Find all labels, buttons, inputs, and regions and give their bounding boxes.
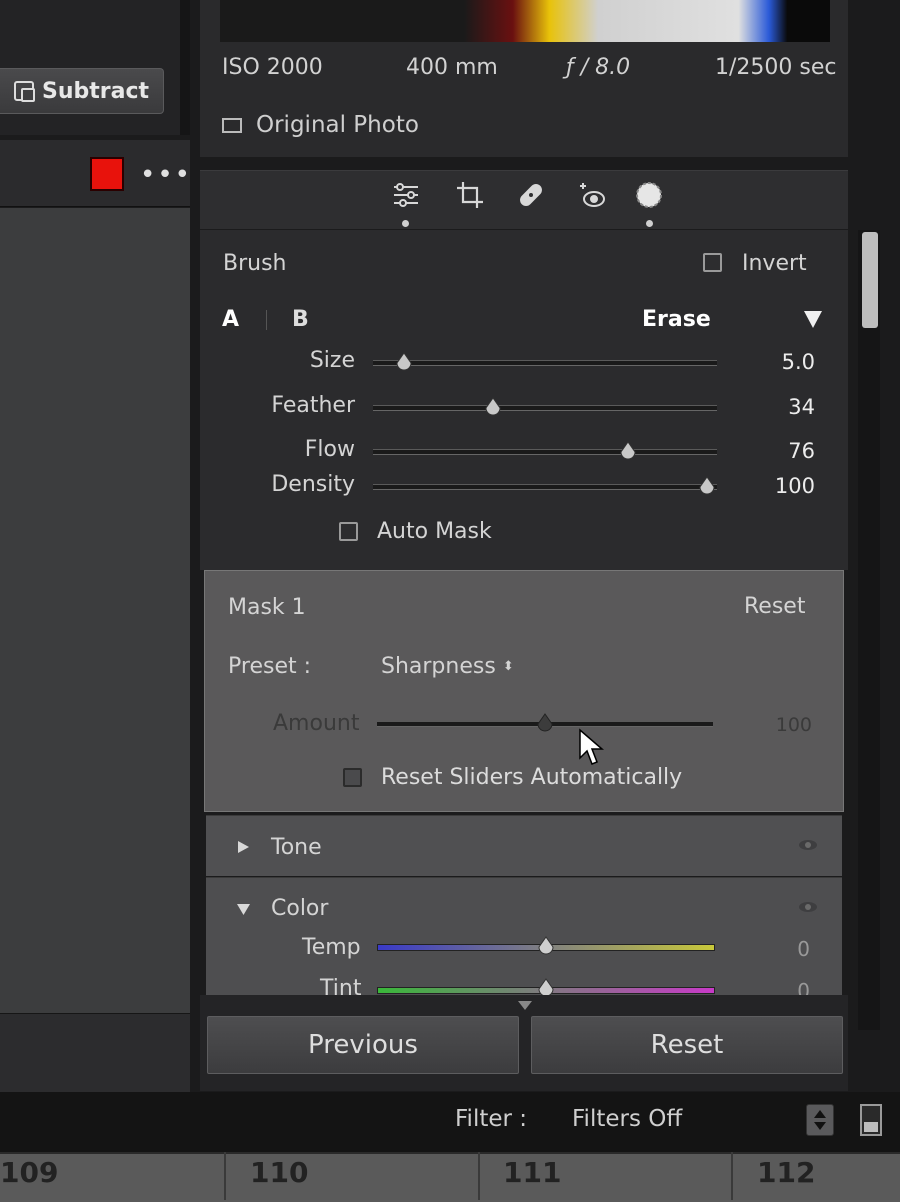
auto-mask-checkbox[interactable] bbox=[339, 522, 358, 541]
previous-label: Previous bbox=[308, 1030, 418, 1060]
tool-active-dot bbox=[402, 220, 409, 227]
crop-icon[interactable] bbox=[455, 180, 485, 210]
previous-button[interactable]: Previous bbox=[207, 1016, 519, 1074]
brush-slider-label: Size bbox=[309, 348, 355, 373]
sliders-icon[interactable] bbox=[391, 180, 421, 210]
updown-icon bbox=[814, 1110, 826, 1130]
color-section-clip: Tint 0 bbox=[206, 877, 842, 995]
filter-stepper[interactable] bbox=[806, 1104, 834, 1136]
expand-triangle-icon[interactable] bbox=[236, 840, 250, 854]
mask-overlay-color-swatch[interactable] bbox=[90, 157, 124, 191]
brush-slider-value: 34 bbox=[788, 395, 815, 419]
filter-lock-toggle[interactable] bbox=[860, 1104, 882, 1136]
brush-slider-thumb[interactable] bbox=[619, 441, 637, 463]
brush-slider-track[interactable] bbox=[373, 484, 717, 490]
brush-options-triangle-icon[interactable] bbox=[803, 309, 823, 329]
histogram[interactable] bbox=[220, 0, 830, 42]
brush-erase[interactable]: Erase bbox=[642, 307, 711, 332]
brush-slider-value: 76 bbox=[788, 439, 815, 463]
brush-slider-thumb[interactable] bbox=[484, 397, 502, 419]
exif-focal-length: 400 mm bbox=[406, 55, 498, 80]
exif-shutter: 1/2500 sec bbox=[715, 55, 837, 80]
brush-slider-track[interactable] bbox=[373, 360, 717, 366]
filter-select[interactable]: Filters Off bbox=[572, 1106, 682, 1132]
more-options-icon[interactable]: ••• bbox=[140, 160, 192, 190]
mask-brush-icon[interactable] bbox=[634, 180, 664, 210]
preset-label: Preset : bbox=[228, 654, 312, 679]
subtract-button[interactable]: Subtract bbox=[0, 68, 164, 114]
brush-slider-label: Density bbox=[271, 472, 355, 497]
reset-label: Reset bbox=[650, 1030, 724, 1060]
original-photo-checkbox[interactable] bbox=[222, 117, 242, 133]
filmstrip-number: 111 bbox=[503, 1156, 562, 1189]
filmstrip-divider bbox=[224, 1152, 226, 1200]
filter-label: Filter : bbox=[455, 1106, 528, 1132]
reset-sliders-label: Reset Sliders Automatically bbox=[381, 765, 683, 790]
brush-slider-track[interactable] bbox=[373, 449, 717, 455]
mask-title: Mask 1 bbox=[228, 595, 306, 620]
tool-active-dot bbox=[646, 220, 653, 227]
preset-value: Sharpness bbox=[381, 654, 496, 679]
heal-icon[interactable] bbox=[516, 180, 546, 210]
brush-slider-label: Flow bbox=[304, 437, 355, 462]
left-panel-content bbox=[0, 208, 190, 1013]
auto-mask-label: Auto Mask bbox=[377, 519, 492, 544]
scroll-more-triangle-icon bbox=[518, 1001, 532, 1010]
exif-aperture: ƒ / 8.0 bbox=[566, 55, 631, 80]
tint-slider-thumb[interactable] bbox=[537, 978, 555, 995]
brush-tab-b[interactable]: B bbox=[292, 307, 309, 332]
filmstrip-divider bbox=[478, 1152, 480, 1200]
brush-slider-thumb[interactable] bbox=[395, 352, 413, 374]
original-photo-label: Original Photo bbox=[256, 112, 419, 138]
exif-iso: ISO 2000 bbox=[222, 55, 323, 80]
invert-label: Invert bbox=[742, 251, 807, 276]
brush-slider-value: 5.0 bbox=[781, 350, 815, 374]
tint-value: 0 bbox=[797, 979, 810, 995]
brush-tab-a[interactable]: A bbox=[222, 307, 239, 332]
tone-label: Tone bbox=[271, 835, 322, 860]
scrollbar-thumb[interactable] bbox=[862, 232, 878, 328]
mask-reset-button[interactable]: Reset bbox=[744, 594, 805, 619]
filter-bar bbox=[0, 1092, 900, 1152]
tint-label: Tint bbox=[320, 976, 362, 995]
filmstrip-number: 112 bbox=[757, 1156, 816, 1189]
brush-slider-thumb[interactable] bbox=[698, 476, 716, 498]
amount-value: 100 bbox=[775, 714, 812, 736]
right-panel-scrollbar[interactable] bbox=[858, 230, 880, 1030]
reset-sliders-checkbox[interactable] bbox=[343, 768, 362, 787]
redeye-icon[interactable] bbox=[578, 180, 608, 210]
brush-title: Brush bbox=[223, 251, 287, 276]
filmstrip-number: 109 bbox=[0, 1156, 59, 1189]
amount-slider-thumb[interactable] bbox=[536, 713, 554, 735]
left-panel-footer bbox=[0, 1013, 190, 1092]
updown-icon: ⬍ bbox=[502, 659, 514, 674]
invert-checkbox[interactable] bbox=[703, 253, 722, 272]
brush-slider-track[interactable] bbox=[373, 405, 717, 411]
filmstrip-divider bbox=[731, 1152, 733, 1200]
brush-slider-value: 100 bbox=[774, 474, 815, 498]
subtract-label: Subtract bbox=[41, 78, 150, 104]
preset-select[interactable]: Sharpness ⬍ bbox=[381, 654, 514, 679]
brush-slider-label: Feather bbox=[271, 393, 355, 418]
tab-divider bbox=[266, 310, 267, 330]
original-photo-toggle[interactable]: Original Photo bbox=[222, 112, 419, 138]
subtract-icon bbox=[13, 81, 35, 102]
filmstrip-number: 110 bbox=[250, 1156, 309, 1189]
reset-button[interactable]: Reset bbox=[531, 1016, 843, 1074]
eye-icon[interactable] bbox=[798, 838, 818, 852]
mouse-cursor-icon bbox=[579, 728, 605, 765]
amount-label: Amount bbox=[273, 711, 360, 736]
